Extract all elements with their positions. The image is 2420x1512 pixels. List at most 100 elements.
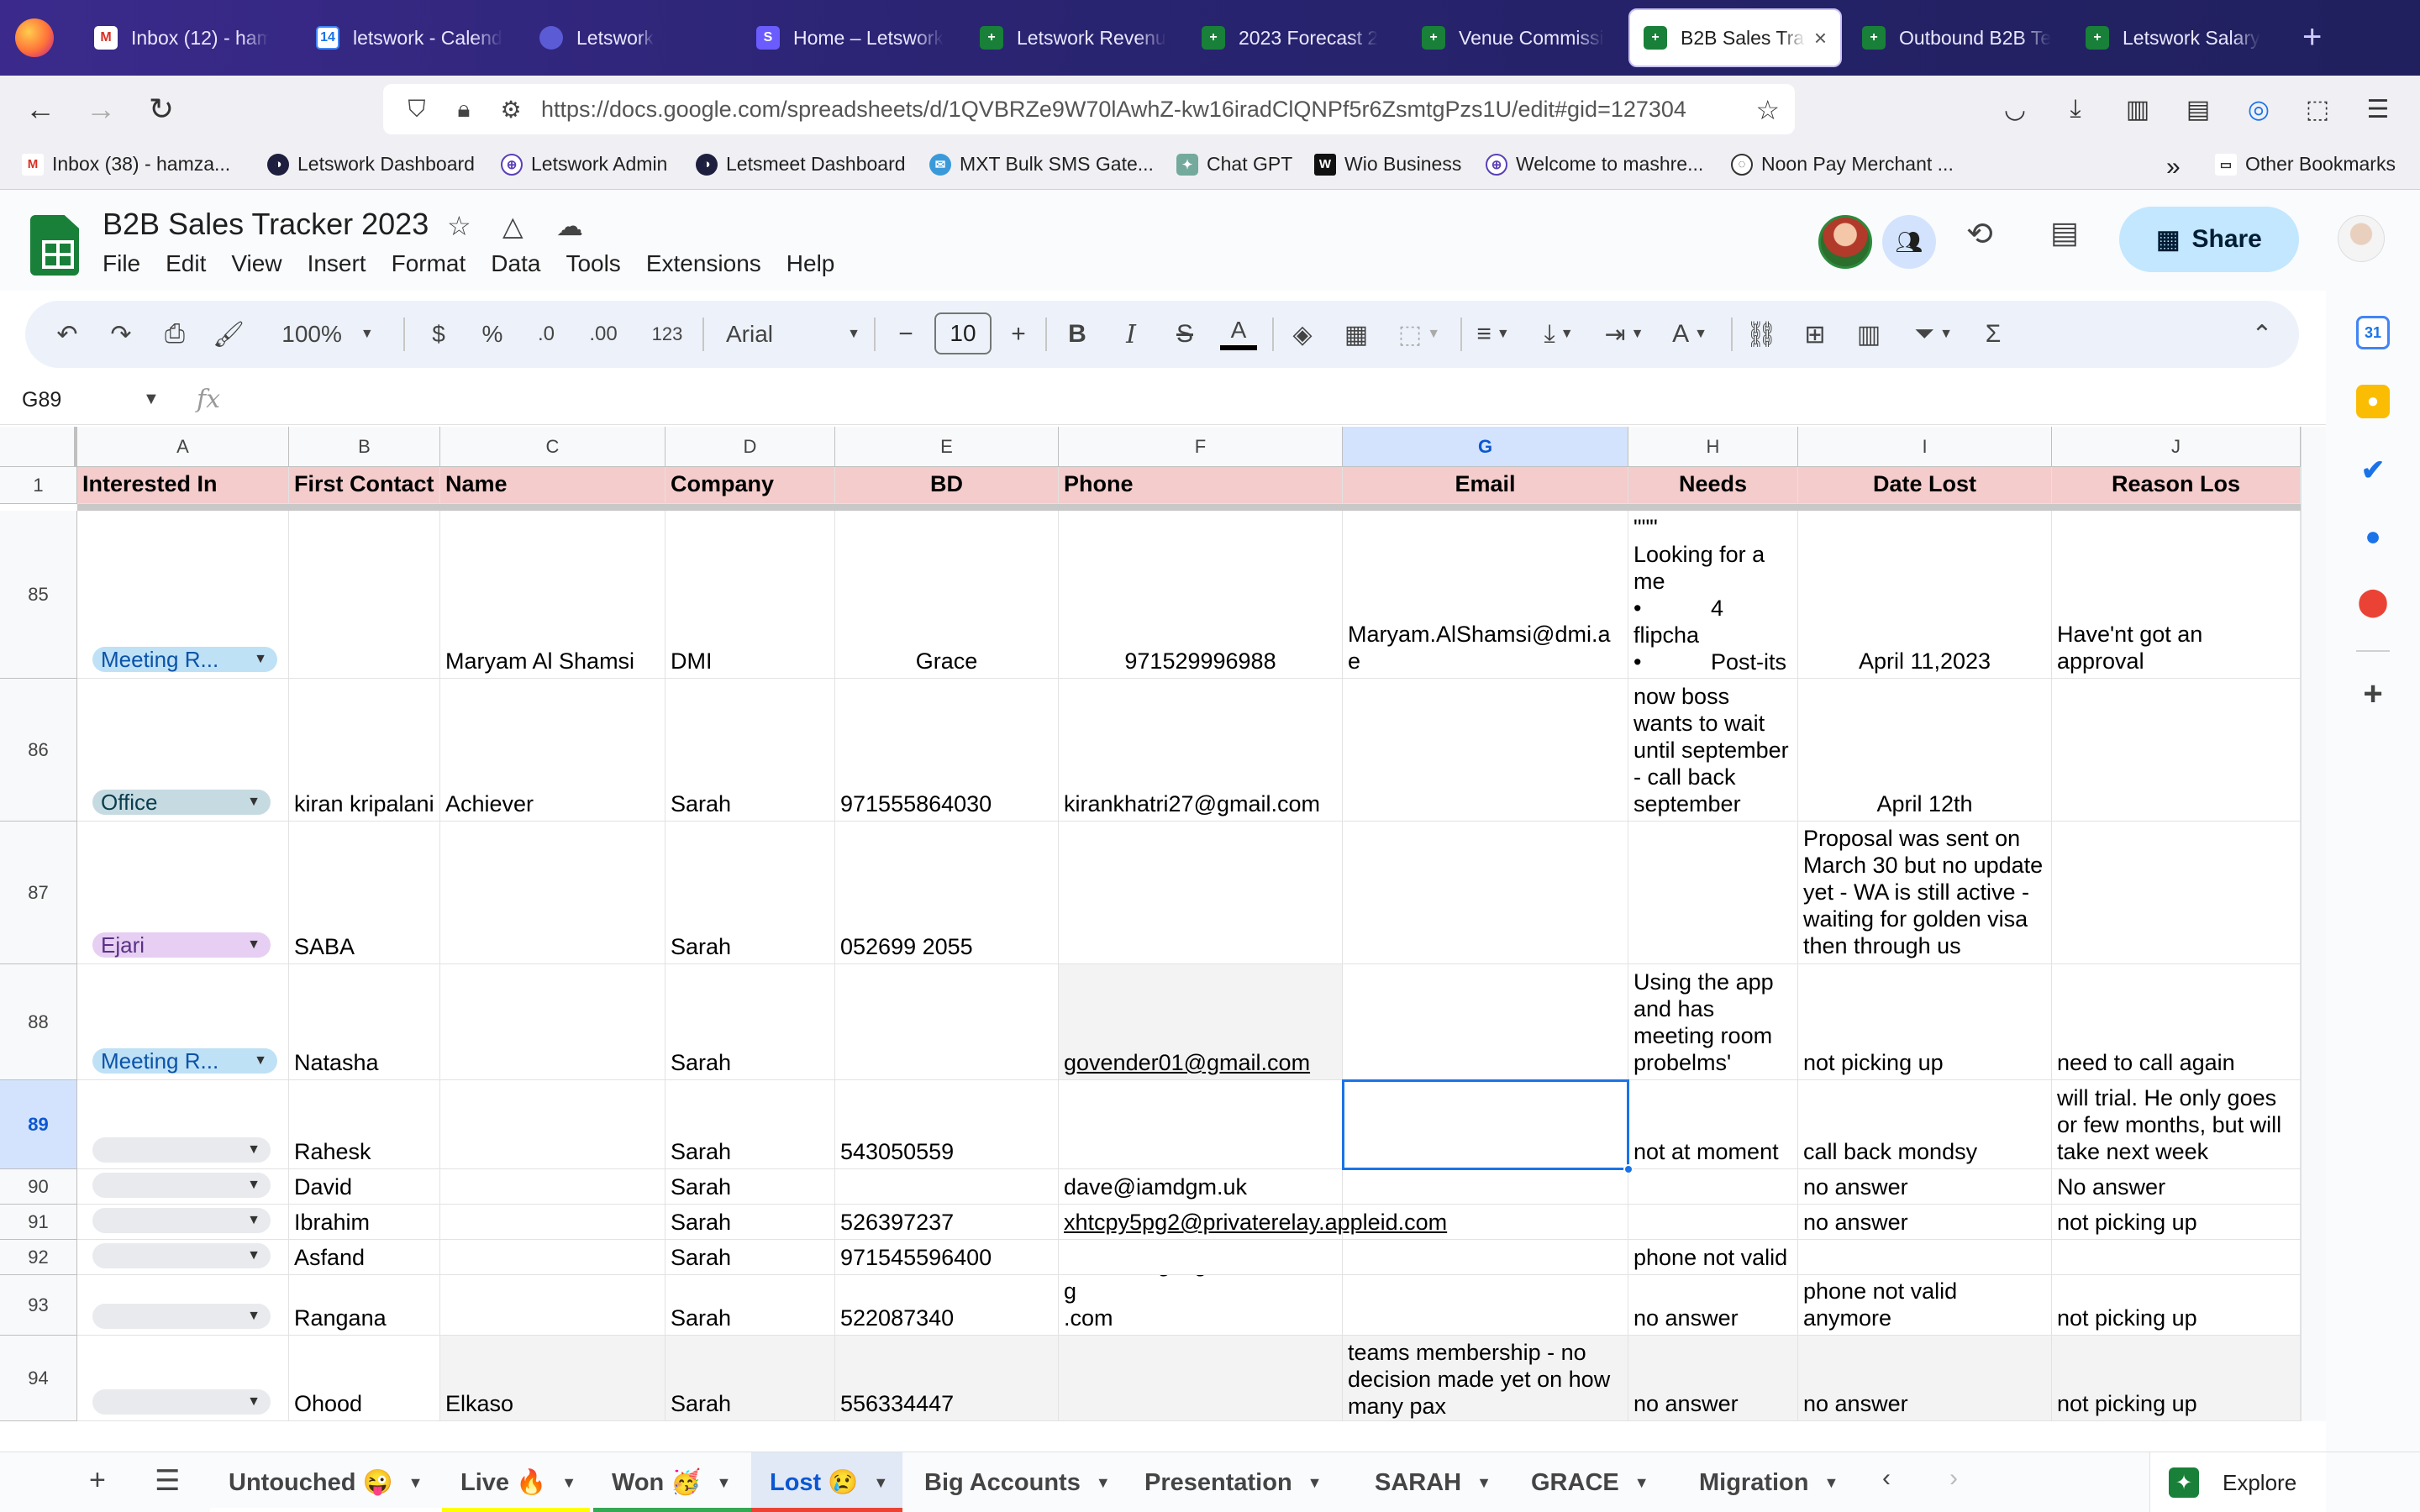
table-cell[interactable]: Sarah <box>666 1240 835 1275</box>
sheet-tab[interactable]: Won 🥳 ▼ <box>593 1452 751 1512</box>
header-cell[interactable]: Company <box>666 467 835 504</box>
decrease-font-size-icon[interactable]: − <box>889 314 923 354</box>
table-cell[interactable]: Sarah <box>666 822 835 964</box>
table-cell[interactable]: no answer <box>1798 1205 2052 1240</box>
font-size-input[interactable]: 10 <box>934 312 992 354</box>
interested-dropdown-chip[interactable]: Office ▼ <box>92 790 271 815</box>
interested-dropdown-chip[interactable]: ▼ <box>92 1208 271 1233</box>
chevron-down-icon[interactable]: ▼ <box>1307 1474 1323 1492</box>
select-all-corner[interactable] <box>0 427 77 467</box>
url-bar[interactable]: ⛉ 🔒︎ ⚙ https://docs.google.com/spreadshe… <box>383 84 1795 134</box>
table-cell[interactable] <box>440 1169 666 1205</box>
table-cell[interactable]: 052699 2055 <box>835 822 1059 964</box>
chevron-down-icon[interactable]: ▼ <box>408 1474 424 1492</box>
close-tab-icon[interactable]: × <box>1814 25 1827 51</box>
sheet-tab[interactable]: Untouched 😜 ▼ <box>210 1452 442 1512</box>
table-cell[interactable] <box>1628 1169 1798 1205</box>
column-header[interactable]: J <box>2052 427 2301 467</box>
italic-icon[interactable]: I <box>1114 314 1148 354</box>
add-sheet-icon[interactable]: + <box>89 1464 106 1497</box>
table-cell[interactable]: """ Looking for a me • 4 flipcha • Post-… <box>1628 511 1798 679</box>
interested-dropdown-chip[interactable]: ▼ <box>92 1243 271 1268</box>
formula-input[interactable] <box>252 386 2269 418</box>
version-history-icon[interactable]: ⟲ <box>1966 215 1993 253</box>
table-cell[interactable] <box>2052 679 2301 822</box>
table-cell[interactable]: David <box>289 1169 440 1205</box>
table-cell[interactable] <box>1343 679 1628 822</box>
undo-icon[interactable]: ↶ <box>50 314 84 354</box>
row-header[interactable]: 90 <box>0 1169 77 1205</box>
table-cell[interactable]: kirankhatri27@gmail.com <box>1059 679 1343 822</box>
bookmark-other[interactable]: ▭ Other Bookmarks <box>2215 153 2396 176</box>
table-cell[interactable] <box>1343 1080 1628 1169</box>
calendar-icon[interactable]: 31 <box>2356 316 2390 349</box>
bookmark-star-icon[interactable]: ☆ <box>1755 94 1780 126</box>
table-cell[interactable] <box>2052 822 2301 964</box>
table-cell[interactable]: call back mondsy <box>1798 1080 2052 1169</box>
sheet-tab[interactable]: Migration ▼ <box>1681 1452 1849 1512</box>
table-cell[interactable] <box>835 1169 1059 1205</box>
maps-icon[interactable]: ⬤ <box>2356 585 2390 618</box>
browser-tab[interactable]: 14 letswork - Calend <box>302 8 523 67</box>
browser-tab[interactable]: + B2B Sales Trac × <box>1628 8 1842 67</box>
menu-file[interactable]: File <box>103 250 140 277</box>
bookmark-letsmeet-dashboard[interactable]: ◑ Letsmeet Dashboard <box>696 153 906 176</box>
spreadsheet-grid[interactable]: A B C D E F G H I J 1 Interested In First Contact Nam… <box>0 427 2301 1421</box>
interested-dropdown-chip[interactable]: ▼ <box>92 1137 271 1163</box>
collaborator-avatar[interactable] <box>1818 215 1872 269</box>
bookmark-mxt-sms[interactable]: ✉ MXT Bulk SMS Gate... <box>929 153 1154 176</box>
table-cell[interactable]: no answer <box>1798 1169 2052 1205</box>
text-wrapping-icon[interactable]: ⇥ ▼ <box>1595 314 1654 354</box>
table-cell[interactable]: will trial. He only goes or few months, … <box>2052 1080 2301 1169</box>
interested-dropdown-chip[interactable]: Ejari ▼ <box>92 932 271 958</box>
reload-icon[interactable]: ↻ <box>138 86 185 133</box>
permissions-icon[interactable]: ⚙ <box>494 96 528 123</box>
chevron-down-icon[interactable]: ▼ <box>1634 1474 1649 1492</box>
row-header[interactable]: 88 <box>0 964 77 1080</box>
chevron-down-icon[interactable]: ▼ <box>1824 1474 1839 1492</box>
forward-icon[interactable]: → <box>77 86 124 133</box>
header-cell[interactable]: BD <box>835 467 1059 504</box>
table-cell[interactable]: 971529996988 <box>1059 511 1343 679</box>
table-cell[interactable]: Sarah <box>666 1080 835 1169</box>
browser-tab[interactable]: + Letswork Revenu <box>966 8 1186 67</box>
sheet-tab[interactable]: SARAH ▼ <box>1356 1452 1512 1512</box>
more-bookmarks-icon[interactable]: » <box>2166 153 2181 181</box>
table-cell[interactable] <box>1059 822 1343 964</box>
interested-dropdown-chip[interactable]: Meeting R... ▼ <box>92 1048 277 1074</box>
scroll-tabs-left-icon[interactable]: ‹ <box>1882 1464 1891 1493</box>
row-header[interactable]: 93 <box>0 1275 77 1336</box>
table-cell[interactable]: Proposal was sent on March 30 but no upd… <box>1798 822 2052 964</box>
header-cell[interactable]: Name <box>440 467 666 504</box>
table-cell[interactable]: 556334447 <box>835 1336 1059 1421</box>
document-title[interactable]: B2B Sales Tracker 2023 <box>103 207 429 242</box>
table-cell[interactable] <box>1343 1169 1628 1205</box>
table-cell[interactable]: 971545596400 <box>835 1240 1059 1275</box>
table-cell[interactable]: Sarah <box>666 679 835 822</box>
sheet-tab[interactable]: Presentation ▼ <box>1126 1452 1349 1512</box>
bookmark-noon-pay[interactable]: ◌ Noon Pay Merchant ... <box>1731 153 1954 176</box>
table-cell[interactable] <box>440 1080 666 1169</box>
comments-icon[interactable]: ▤ <box>2050 215 2079 250</box>
account-icon[interactable]: ◎ <box>2235 86 2282 133</box>
merge-cells-icon[interactable]: ⬚ ▼ <box>1390 314 1449 354</box>
row-header[interactable]: 86 <box>0 679 77 822</box>
table-cell[interactable]: No answer <box>2052 1169 2301 1205</box>
column-header[interactable]: G <box>1343 427 1628 467</box>
filter-icon[interactable]: ⏷ ▼ <box>1904 314 1963 354</box>
bookmark-inbox[interactable]: M Inbox (38) - hamza... <box>22 153 230 176</box>
interested-dropdown-chip[interactable]: ▼ <box>92 1304 271 1329</box>
column-header[interactable]: F <box>1059 427 1343 467</box>
row-header[interactable]: 92 <box>0 1240 77 1275</box>
name-box[interactable]: G89 <box>22 388 61 412</box>
interested-dropdown-chip[interactable]: Meeting R... ▼ <box>92 647 277 672</box>
row-header[interactable]: 87 <box>0 822 77 964</box>
table-cell[interactable] <box>440 1275 666 1336</box>
column-header[interactable]: C <box>440 427 666 467</box>
table-cell[interactable]: 543050559 <box>835 1080 1059 1169</box>
table-cell[interactable]: phone not valid anymore <box>1798 1275 2052 1336</box>
chevron-down-icon[interactable]: ▼ <box>716 1474 731 1492</box>
row-header[interactable]: 94 <box>0 1336 77 1421</box>
scroll-tabs-right-icon[interactable]: › <box>1949 1464 1958 1493</box>
strikethrough-icon[interactable]: S <box>1168 314 1202 354</box>
